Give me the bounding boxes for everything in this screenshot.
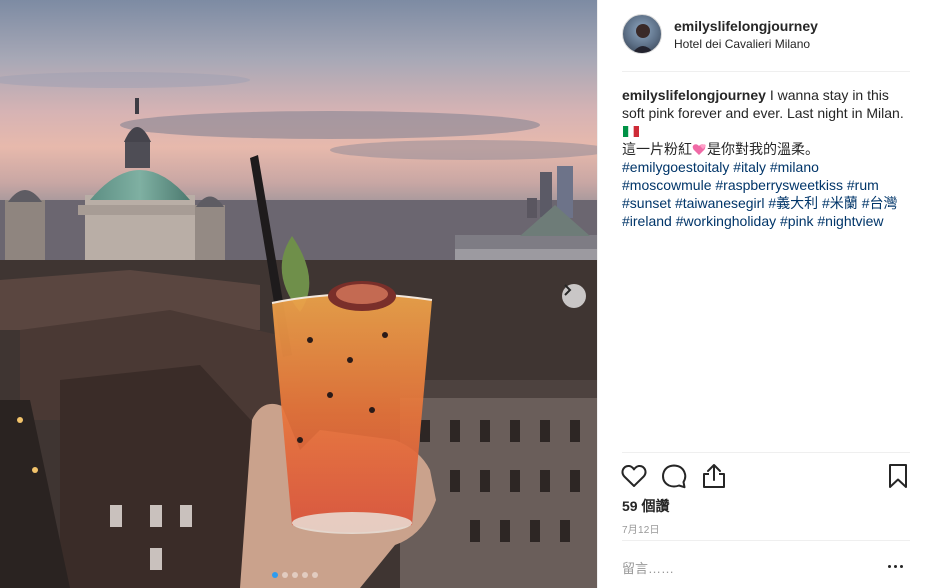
comment-input[interactable] [622, 561, 852, 576]
hashtag-link[interactable]: #milano [770, 159, 819, 175]
more-options-button[interactable] [888, 559, 908, 573]
carousel-dot[interactable] [292, 572, 298, 578]
hashtag-link[interactable]: #rum [847, 177, 879, 193]
carousel-dot[interactable] [282, 572, 288, 578]
caption-chinese-text: 這一片粉紅 [622, 141, 692, 157]
heart-outline-icon [621, 464, 647, 487]
hashtag-link[interactable]: #米蘭 [822, 195, 858, 211]
hashtag-link[interactable]: #sunset [622, 195, 671, 211]
hashtag-link[interactable]: #義大利 [768, 195, 818, 211]
hashtag-link[interactable]: #台灣 [862, 195, 898, 211]
chevron-right-icon [564, 284, 572, 296]
ellipsis-icon [888, 564, 891, 568]
likes-count[interactable]: 59 個讚 [622, 496, 669, 516]
milan-sunset-cocktail-image [0, 72, 597, 588]
caption-hashtags: #emilygoestoitaly #italy #milano #moscow… [622, 159, 898, 229]
hashtag-link[interactable]: #taiwanesegirl [675, 195, 765, 211]
post-author-username[interactable]: emilyslifelongjourney [674, 18, 818, 34]
avatar-image [632, 24, 654, 53]
hashtag-link[interactable]: #workingholiday [676, 213, 776, 229]
like-button[interactable] [620, 462, 648, 490]
carousel-dot[interactable] [272, 572, 278, 578]
post-photo[interactable] [0, 0, 597, 588]
save-button[interactable] [884, 462, 912, 490]
hashtag-link[interactable]: #moscowmule [622, 177, 711, 193]
carousel-next-button[interactable] [562, 284, 586, 308]
hashtag-link[interactable]: #emilygoestoitaly [622, 159, 729, 175]
italy-flag-icon [623, 126, 639, 137]
post-caption: emilyslifelongjourney I wanna stay in th… [622, 86, 912, 230]
post-actions-bar [620, 452, 912, 498]
share-button[interactable] [700, 462, 728, 490]
comment-section [622, 540, 910, 588]
hashtag-link[interactable]: #ireland [622, 213, 672, 229]
bookmark-icon [889, 464, 907, 488]
caption-chinese-text-end: 是你對我的溫柔。 [707, 141, 819, 157]
carousel-dot[interactable] [312, 572, 318, 578]
post-date[interactable]: 7月12日 [622, 521, 660, 536]
carousel-indicator [272, 572, 318, 578]
hashtag-link[interactable]: #italy [733, 159, 766, 175]
two-hearts-icon [692, 144, 706, 155]
hashtag-link[interactable]: #nightview [817, 213, 883, 229]
hashtag-link[interactable]: #pink [780, 213, 813, 229]
avatar[interactable] [622, 14, 662, 54]
caption-username[interactable]: emilyslifelongjourney [622, 87, 766, 103]
post-header: emilyslifelongjourney Hotel dei Cavalier… [622, 14, 910, 72]
comment-bubble-icon [662, 464, 687, 489]
share-upload-icon [703, 464, 725, 488]
post-details-panel: emilyslifelongjourney Hotel dei Cavalier… [597, 0, 930, 588]
hashtag-link[interactable]: #raspberrysweetkiss [715, 177, 843, 193]
post-location-link[interactable]: Hotel dei Cavalieri Milano [674, 37, 810, 51]
carousel-dot[interactable] [302, 572, 308, 578]
comment-button[interactable] [660, 462, 688, 490]
